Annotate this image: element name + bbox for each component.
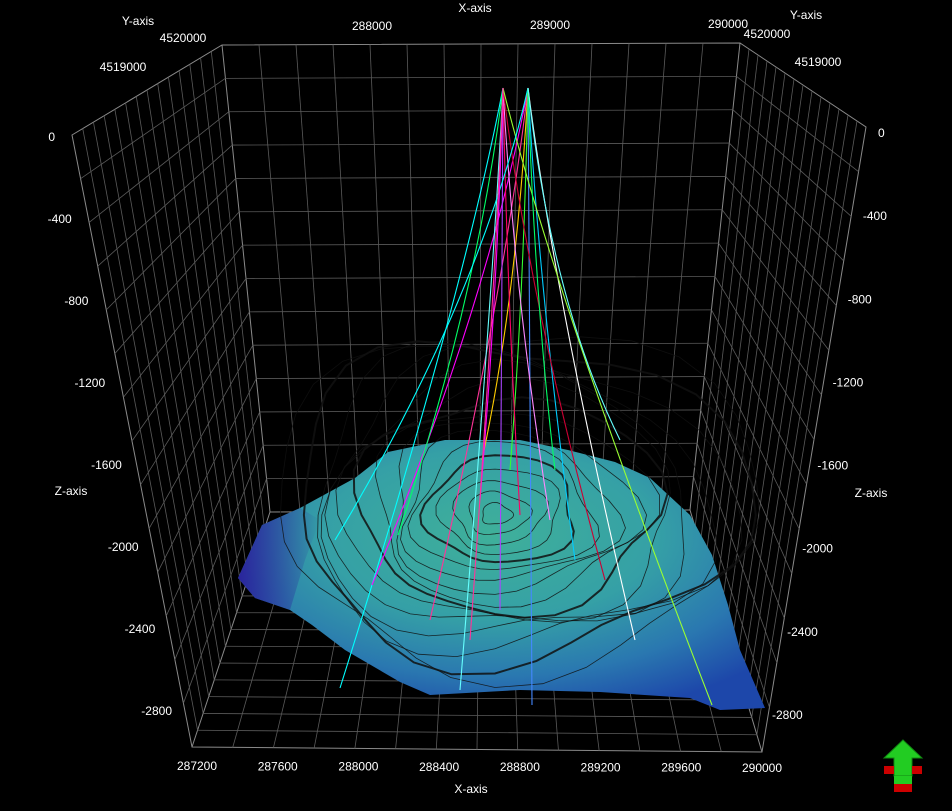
z-tick-label-left: -2000 [108,540,139,554]
y-axis-title-right: Y-axis [790,8,822,22]
z-tick-label-left: -2800 [141,704,172,718]
x-tick-label: 289600 [661,761,701,775]
z-tick-label-left: -1200 [74,376,105,390]
z-tick-label-left: -2400 [125,622,156,636]
x-tick-label-top: 289000 [530,18,570,32]
z-tick-label-left: 0 [48,130,55,144]
horizon-surface [238,440,765,710]
z-tick-label-right: -1200 [833,375,864,389]
x-tick-label-top: 290000 [708,17,748,31]
z-axis-title-right: Z-axis [855,486,888,500]
3d-viewport[interactable]: 287200 287600 288000 288400 288800 289200 2896… [0,0,952,806]
navigation-arrow-icon[interactable] [880,738,926,794]
y-tick-label-left: 4519000 [100,60,147,74]
z-axis-title-left: Z-axis [55,484,88,498]
x-tick-label: 288000 [338,760,378,774]
3d-scene[interactable]: 287200 287600 288000 288400 288800 289200 2896… [0,0,952,806]
x-tick-label: 289200 [581,760,621,774]
x-axis-title-top: X-axis [458,1,491,15]
z-tick-label-left: -400 [48,212,72,226]
z-tick-label-right: -2000 [802,542,833,556]
z-tick-label-right: -2800 [772,708,803,722]
z-tick-label-left: -800 [64,294,88,308]
y-tick-label-left: 4520000 [160,31,207,45]
x-axis-title-bottom: X-axis [454,782,487,796]
z-tick-label-right: -800 [848,292,872,306]
z-tick-label-right: -400 [863,209,887,223]
y-tick-label-right: 4519000 [795,55,842,69]
x-tick-label: 288800 [500,760,540,774]
z-tick-label-right: 0 [878,126,885,140]
x-tick-label: 290000 [742,761,782,775]
y-axis-title-left: Y-axis [122,14,154,28]
y-tick-label-right: 4520000 [744,27,791,41]
z-tick-label-right: -2400 [787,625,818,639]
x-tick-label-top: 288000 [352,19,392,33]
z-tick-label-left: -1600 [91,458,122,472]
z-tick-label-right: -1600 [817,459,848,473]
x-tick-label: 287600 [258,759,298,773]
x-tick-label: 287200 [177,759,217,773]
x-tick-label: 288400 [419,760,459,774]
